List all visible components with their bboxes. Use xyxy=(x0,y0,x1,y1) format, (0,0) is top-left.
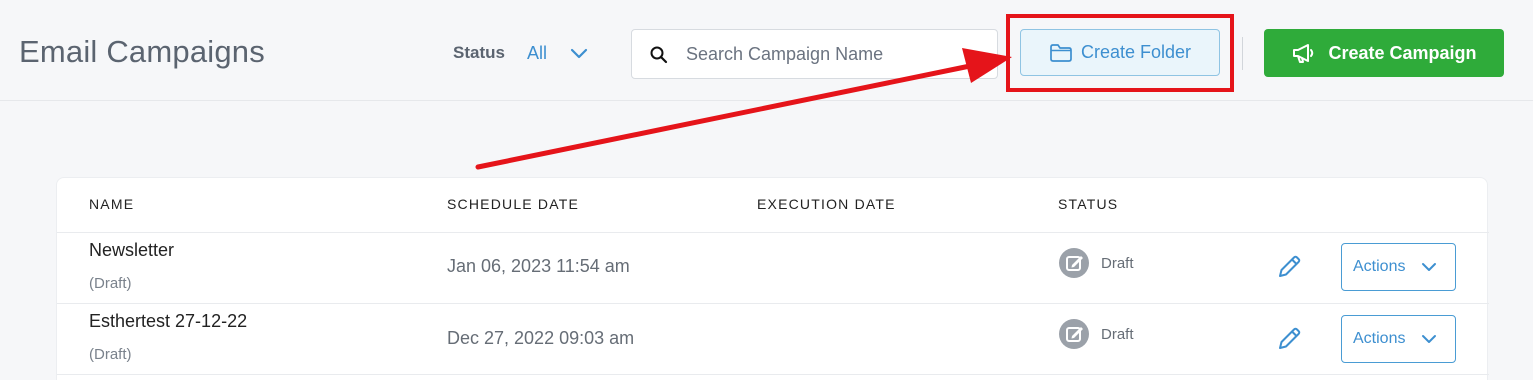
chevron-down-icon[interactable] xyxy=(569,44,589,64)
campaign-name-link[interactable]: Newsletter xyxy=(89,240,174,261)
draft-status-icon xyxy=(1059,319,1089,349)
megaphone-icon xyxy=(1293,44,1314,63)
row-divider xyxy=(57,232,1489,233)
page-header: Email Campaigns Status All Create Folder… xyxy=(0,0,1533,101)
column-header-status: STATUS xyxy=(1058,196,1119,212)
status-text: Draft xyxy=(1101,326,1134,343)
create-folder-label: Create Folder xyxy=(1080,42,1192,62)
schedule-date: Dec 27, 2022 09:03 am xyxy=(447,328,635,348)
draft-status-icon xyxy=(1059,248,1089,278)
campaign-substatus: (Draft) xyxy=(89,275,132,292)
status-filter-value[interactable]: All xyxy=(527,43,547,64)
campaign-substatus: (Draft) xyxy=(89,346,132,363)
status-text: Draft xyxy=(1101,255,1134,272)
campaign-name-link[interactable]: Esthertest 27-12-22 xyxy=(89,311,247,332)
actions-label: Actions xyxy=(1353,330,1406,347)
create-campaign-label: Create Campaign xyxy=(1328,42,1477,63)
campaigns-table: NAME SCHEDULE DATE EXECUTION DATE STATUS… xyxy=(56,177,1489,380)
search-box[interactable] xyxy=(631,29,998,79)
actions-dropdown[interactable]: Actions xyxy=(1341,243,1456,291)
chevron-down-icon xyxy=(1422,335,1437,343)
actions-label: Actions xyxy=(1353,258,1406,275)
create-campaign-button[interactable]: Create Campaign xyxy=(1264,29,1504,77)
column-header-schedule-date: SCHEDULE DATE xyxy=(447,196,580,212)
schedule-date: Jan 06, 2023 11:54 am xyxy=(447,256,630,276)
row-divider xyxy=(57,303,1489,304)
actions-dropdown[interactable]: Actions xyxy=(1341,315,1456,363)
column-header-name: NAME xyxy=(89,196,135,212)
pencil-edit-icon[interactable] xyxy=(1275,253,1303,281)
row-divider xyxy=(57,374,1489,375)
column-header-execution-date: EXECUTION DATE xyxy=(757,196,896,212)
search-input[interactable] xyxy=(686,40,986,68)
search-icon xyxy=(650,46,668,64)
create-folder-button[interactable]: Create Folder xyxy=(1020,29,1220,76)
pencil-edit-icon[interactable] xyxy=(1275,325,1303,353)
page-title: Email Campaigns xyxy=(19,34,265,69)
folder-icon xyxy=(1050,43,1072,62)
chevron-down-icon xyxy=(1422,263,1437,271)
header-divider xyxy=(1242,37,1243,70)
status-filter-label: Status xyxy=(453,43,505,62)
